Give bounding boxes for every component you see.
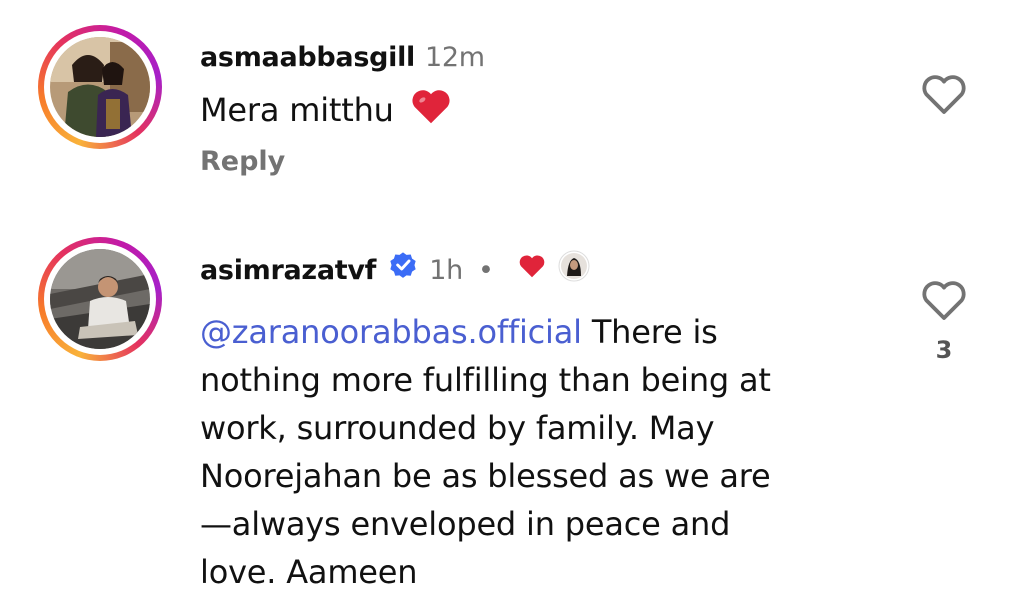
reply-button[interactable]: Reply <box>200 146 285 177</box>
red-heart-emoji-icon <box>410 87 452 138</box>
separator-dot: • <box>478 255 494 286</box>
comment-text: @zaranoorabbas.official There is nothing… <box>200 313 771 591</box>
like-count: 3 <box>935 336 953 364</box>
avatar[interactable] <box>50 249 150 349</box>
story-ring[interactable] <box>38 25 162 149</box>
comment-timestamp: 1h <box>429 255 463 286</box>
story-ring[interactable] <box>38 237 162 361</box>
heart-outline-icon[interactable] <box>920 72 968 116</box>
comment-text: Mera mitthu <box>200 86 452 138</box>
like-button[interactable] <box>920 72 968 116</box>
verified-badge-icon <box>387 249 419 288</box>
comment-username[interactable]: asimrazatvf 1h • <box>200 250 590 289</box>
comment-username[interactable]: asmaabbasgill 12m <box>200 42 485 73</box>
heart-outline-icon[interactable] <box>920 278 968 322</box>
red-heart-icon <box>517 252 547 287</box>
comment-timestamp: 12m <box>425 42 485 73</box>
avatar[interactable] <box>50 37 150 137</box>
like-button[interactable] <box>920 278 968 322</box>
creator-avatar-icon <box>558 250 590 289</box>
mention-link[interactable]: @zaranoorabbas.official <box>200 313 582 351</box>
